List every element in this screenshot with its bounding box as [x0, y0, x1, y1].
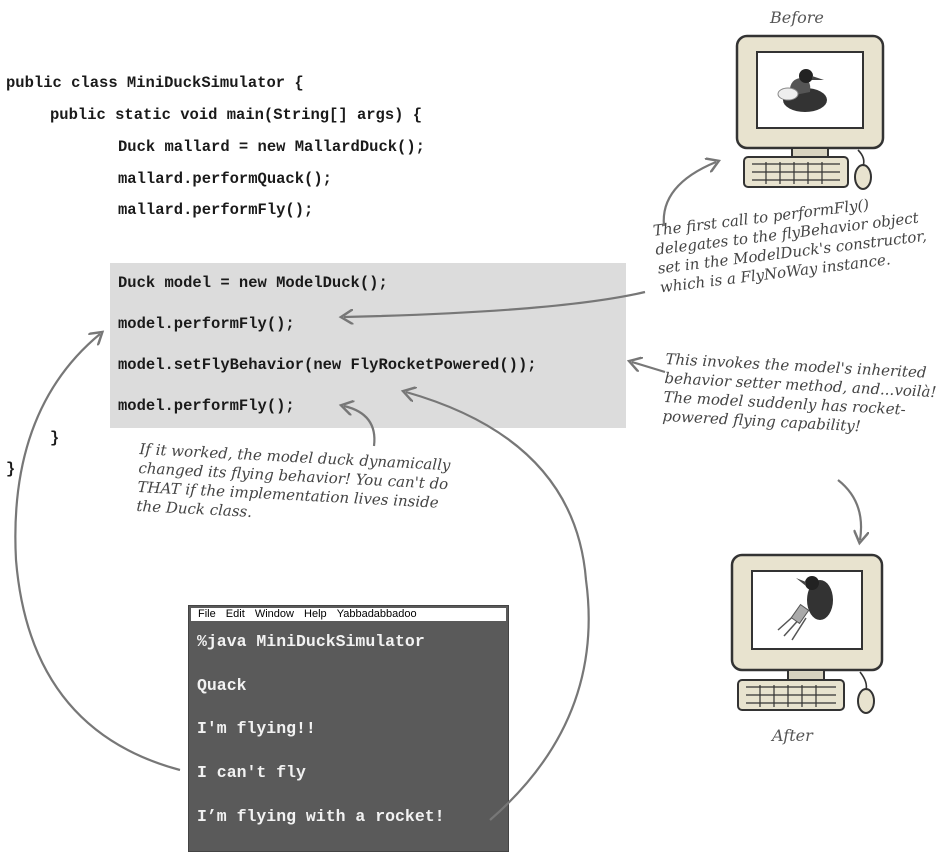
arrow-before-to-after [837, 479, 861, 540]
illustration-layer [14, 34, 885, 821]
arrow-invokes-to-setter [632, 362, 666, 374]
arrow-note-to-before [662, 162, 716, 227]
arrow-note-to-perform-fly [344, 290, 646, 317]
arrow-rocket-to-perform-fly [406, 392, 590, 821]
arrow-note-to-perform-fly-2 [344, 406, 376, 447]
computer-before-icon [735, 34, 885, 190]
arrow-terminal-to-model [14, 334, 181, 772]
